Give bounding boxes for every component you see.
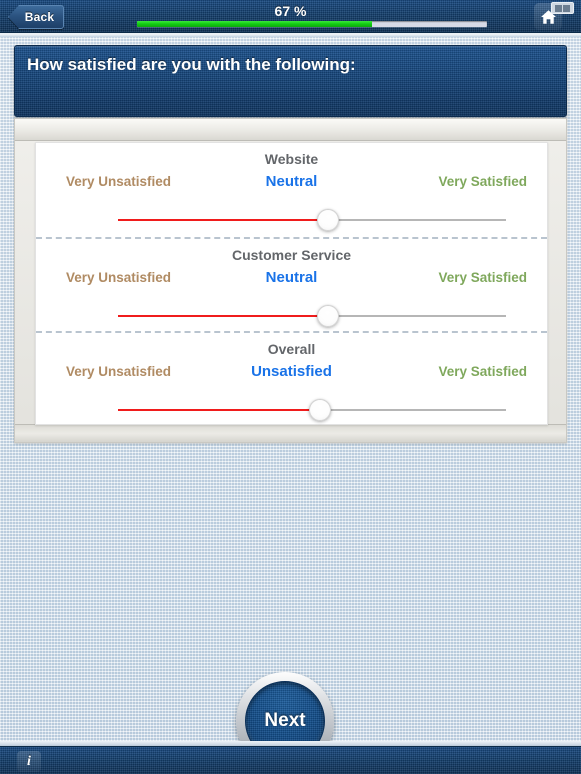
screens-button[interactable] xyxy=(551,2,574,14)
card-frame: Website Neutral Very Unsatisfied Very Sa… xyxy=(14,118,567,443)
info-button[interactable]: i xyxy=(17,751,41,772)
screens-icon-pane-right xyxy=(563,4,570,12)
slider-fill xyxy=(118,409,320,411)
slider-row-left-label: Very Unsatisfied xyxy=(66,174,172,189)
slider-fill xyxy=(118,219,328,221)
slider-row-title: Customer Service xyxy=(231,247,352,263)
slider-row-left-label: Very Unsatisfied xyxy=(66,364,172,379)
bottom-bar xyxy=(0,746,581,774)
top-bar-sheen xyxy=(0,33,581,37)
slider-row-title: Overall xyxy=(267,341,316,357)
progress-bar xyxy=(137,21,487,27)
slider-thumb[interactable] xyxy=(308,399,331,421)
slider-row-title: Website xyxy=(264,151,319,167)
top-bar: Back 67 % xyxy=(0,0,581,33)
slider-thumb[interactable] xyxy=(316,209,339,231)
slider-row-right-label: Very Satisfied xyxy=(438,364,527,379)
progress-percent-label: 67 % xyxy=(274,3,307,19)
card-frame-top xyxy=(15,119,566,141)
slider-row-website: Website Neutral Very Unsatisfied Very Sa… xyxy=(36,143,547,237)
slider-row-customer-service: Customer Service Neutral Very Unsatisfie… xyxy=(36,237,547,331)
card-frame-bottom xyxy=(15,424,566,442)
slider-row-right-label: Very Satisfied xyxy=(438,174,527,189)
slider-row-right-label: Very Satisfied xyxy=(438,270,527,285)
survey-screen: Back 67 % How satisfied are you with the… xyxy=(0,0,581,774)
question-text: How satisfied are you with the following… xyxy=(27,55,356,74)
satisfaction-slider[interactable] xyxy=(118,209,506,231)
next-button-label: Next xyxy=(264,710,306,731)
screens-icon-pane-left xyxy=(555,4,562,12)
progress-bar-fill xyxy=(137,21,372,27)
slider-thumb[interactable] xyxy=(316,305,339,327)
slider-card: Website Neutral Very Unsatisfied Very Sa… xyxy=(35,142,548,425)
info-icon: i xyxy=(27,753,31,769)
satisfaction-slider[interactable] xyxy=(118,305,506,327)
satisfaction-slider[interactable] xyxy=(118,399,506,421)
question-header: How satisfied are you with the following… xyxy=(14,45,567,117)
slider-row-overall: Overall Unsatisfied Very Unsatisfied Ver… xyxy=(36,331,547,425)
slider-row-left-label: Very Unsatisfied xyxy=(66,270,172,285)
slider-fill xyxy=(118,315,328,317)
